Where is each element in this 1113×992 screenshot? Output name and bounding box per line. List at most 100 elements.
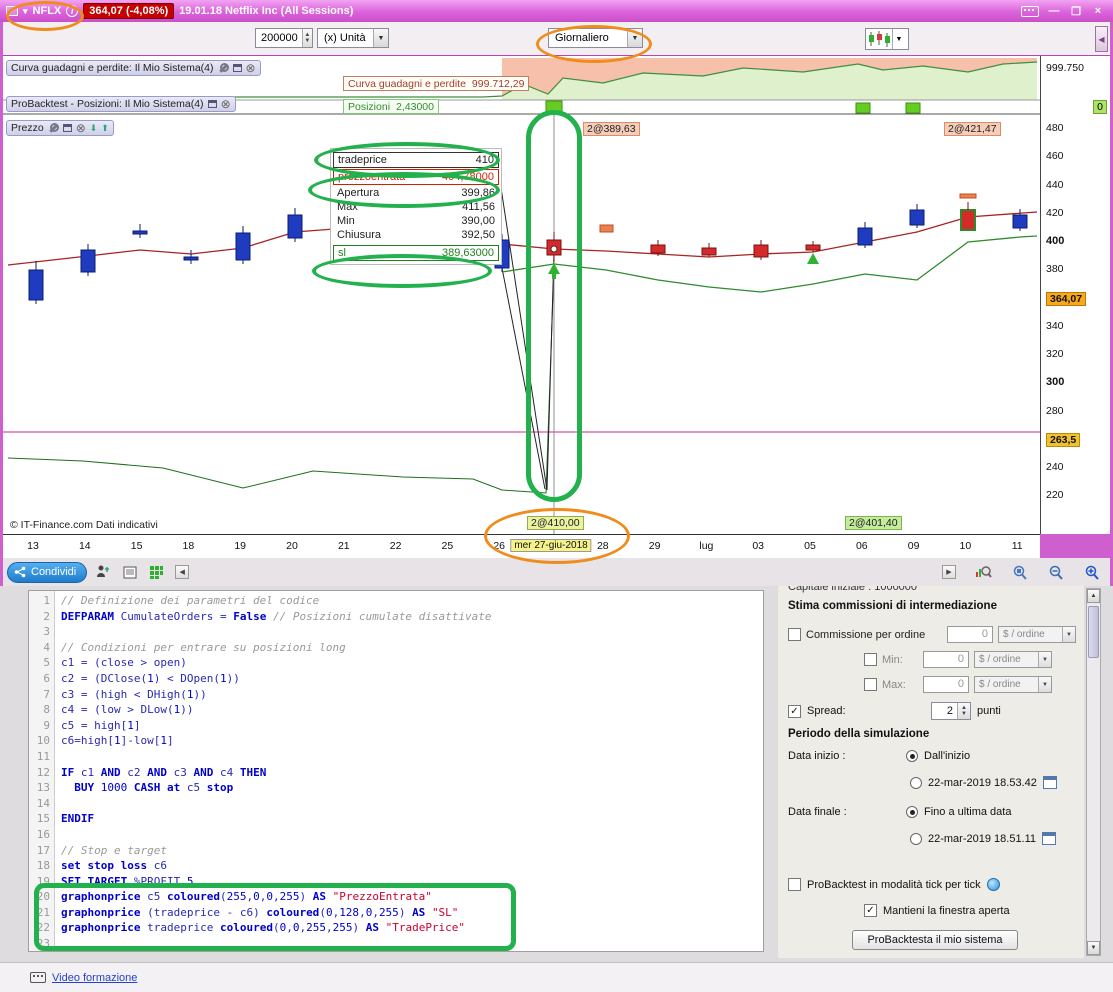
commission-checkbox[interactable]	[864, 653, 877, 666]
timeframe-dropdown[interactable]: Giornaliero ▼	[548, 28, 643, 48]
code-line: ENDIF	[61, 812, 95, 826]
unit-dropdown[interactable]: $ / ordine ▼	[974, 676, 1052, 693]
keyboard-icon[interactable]	[1021, 5, 1039, 17]
symbol-label[interactable]: NFLX	[33, 5, 62, 17]
close-button[interactable]: ×	[1091, 5, 1105, 17]
application-window: ▾ NFLX i 364,07 (-4,08%) 19.01.18 Netfli…	[0, 0, 1113, 992]
quantity-stepper[interactable]: 200000 ▲ ▼	[255, 28, 313, 48]
chart-style-button[interactable]: ▼	[865, 28, 909, 50]
video-training-link[interactable]: Video formazione	[52, 972, 137, 984]
zoom-selection-icon[interactable]	[1010, 563, 1028, 581]
scroll-left-icon[interactable]: ◀	[175, 565, 190, 579]
unit-dropdown[interactable]: $ / ordine ▼	[974, 651, 1052, 668]
chevron-down-icon[interactable]: ▼	[627, 29, 642, 47]
scanner-icon[interactable]	[147, 563, 165, 581]
window-menu-icon[interactable]	[6, 6, 18, 16]
y-axis[interactable]: 999.750 0 480 460 440 420 400 380 364,07 340 320…	[1040, 56, 1110, 534]
collapse-panel-icon[interactable]: ◀	[1095, 26, 1108, 52]
x-axis-label: 14	[78, 540, 91, 552]
amount-input[interactable]: 0	[947, 626, 993, 643]
start-from-beginning-radio[interactable]	[906, 750, 918, 762]
spread-stepper[interactable]: 2 ▲ ▼	[931, 702, 971, 720]
move-down-icon[interactable]: ⬇	[90, 123, 98, 134]
tooltip-row: prezzoentrata 404,78000	[333, 169, 499, 185]
scroll-up-icon[interactable]: ▲	[1087, 589, 1100, 603]
spread-arrows-icon[interactable]: ▲ ▼	[957, 703, 970, 719]
trade-label: 2@421,47	[944, 122, 1001, 136]
watermark: © IT-Finance.com Dati indicativi	[10, 519, 158, 531]
chevron-down-icon[interactable]: ▼	[1062, 627, 1075, 642]
zoom-out-icon[interactable]	[1046, 563, 1064, 581]
price-chart-canvas[interactable]	[3, 56, 1040, 534]
code-content[interactable]: // Definizione dei parametri del codice D…	[55, 591, 763, 951]
window-title: 19.01.18 Netflix Inc (All Sessions)	[179, 5, 354, 17]
amount-input[interactable]: 0	[923, 651, 969, 668]
code-line: graphonprice tradeprice coloured(0,0,255…	[61, 921, 466, 935]
period-title: Periodo della simulazione	[788, 728, 930, 740]
zoom-in-icon[interactable]	[1082, 563, 1100, 581]
chevron-down-icon[interactable]: ▾	[23, 6, 28, 17]
close-panel-icon[interactable]: ⊗	[246, 62, 256, 74]
keep-open-checkbox[interactable]: ✓	[864, 904, 877, 917]
window-icon[interactable]	[232, 64, 242, 72]
info-icon[interactable]: i	[66, 5, 79, 17]
code-line: IF c1 AND c2 AND c3 AND c4 THEN	[61, 765, 267, 779]
amount-input[interactable]: 0	[923, 676, 969, 693]
wrench-icon[interactable]	[48, 122, 59, 134]
code-editor[interactable]: 1 2 3 4 5 6 7 8 9 10 11 12 13 14 15 16 17 18 19 20 21 22 23 //…	[28, 590, 764, 952]
trade-label: 2@389,63	[583, 122, 640, 136]
tooltip-row: Apertura 399,86	[337, 187, 495, 199]
end-date-radio[interactable]	[910, 832, 922, 845]
wrench-icon[interactable]	[218, 62, 229, 74]
end-until-last-radio[interactable]	[906, 806, 918, 818]
commission-checkbox[interactable]	[788, 628, 801, 641]
tooltip-row: Chiusura 392,50	[337, 229, 495, 241]
tick-mode-checkbox[interactable]	[788, 878, 801, 891]
x-axis-label: 10	[959, 540, 972, 552]
quantity-arrows-icon[interactable]: ▲ ▼	[301, 29, 312, 47]
spread-checkbox[interactable]: ✓	[788, 704, 801, 718]
calendar-icon[interactable]	[1042, 832, 1057, 845]
commissions-title: Stima commissioni di intermediazione	[788, 600, 997, 612]
x-axis-label: lug	[699, 540, 714, 552]
price-panel-header[interactable]: Prezzo ⊗ ⬇ ⬆	[6, 120, 114, 136]
settings-scrollbar[interactable]: ▲ ▼	[1086, 588, 1101, 956]
scroll-down-icon[interactable]: ▼	[1087, 941, 1100, 955]
quantity-value[interactable]: 200000	[256, 29, 302, 47]
start-date-radio[interactable]	[910, 776, 922, 789]
chevron-down-icon[interactable]: ▼	[1038, 677, 1051, 692]
unit-dropdown[interactable]: (x) Unità ▼	[317, 28, 389, 48]
capital-row[interactable]: Capitale iniziale : 1000000	[788, 586, 1068, 595]
maximize-button[interactable]: ❐	[1069, 5, 1083, 18]
window-icon[interactable]	[207, 100, 217, 108]
close-panel-icon[interactable]: ⊗	[76, 122, 86, 134]
positions-panel-header[interactable]: ProBacktest - Posizioni: Il Mio Sistema(…	[6, 96, 236, 112]
calendar-icon[interactable]	[1042, 776, 1057, 789]
move-up-icon[interactable]: ⬆	[101, 123, 109, 134]
news-icon[interactable]	[121, 563, 139, 581]
code-line: set stop loss c6	[61, 859, 167, 873]
code-line: BUY 1000 CASH at c5 stop	[74, 781, 234, 795]
scrollbar-thumb[interactable]	[1088, 606, 1099, 658]
unit-dropdown[interactable]: $ / ordine ▼	[998, 626, 1076, 643]
run-backtest-button[interactable]: ProBacktesta il mio sistema	[852, 930, 1018, 950]
equity-axis-label: 999.750	[1046, 62, 1084, 74]
equity-panel-header[interactable]: Curva guadagni e perdite: Il Mio Sistema…	[6, 60, 261, 76]
x-axis[interactable]: 13 14 15 18 19 20 21 22 25 26 mer 27-giu-2018 28 29 l…	[3, 534, 1040, 558]
minimize-button[interactable]: —	[1047, 5, 1061, 17]
commission-checkbox[interactable]	[864, 678, 877, 691]
share-button[interactable]: Condividi	[7, 561, 88, 583]
chevron-down-icon[interactable]: ▼	[1038, 652, 1051, 667]
x-axis-date-highlight: mer 27-giu-2018	[510, 539, 592, 552]
scroll-right-icon[interactable]: ▶	[942, 565, 956, 579]
close-panel-icon[interactable]: ⊗	[221, 98, 231, 110]
y-axis-label: 460	[1046, 150, 1064, 163]
traders-icon[interactable]	[95, 563, 113, 581]
zoom-chart-icon[interactable]	[974, 563, 992, 581]
chevron-down-icon[interactable]: ▼	[373, 29, 388, 47]
chevron-down-icon[interactable]: ▼	[892, 29, 905, 49]
tick-mode-row: ProBacktest in modalità tick per tick	[788, 878, 1000, 891]
window-icon[interactable]	[62, 124, 72, 132]
